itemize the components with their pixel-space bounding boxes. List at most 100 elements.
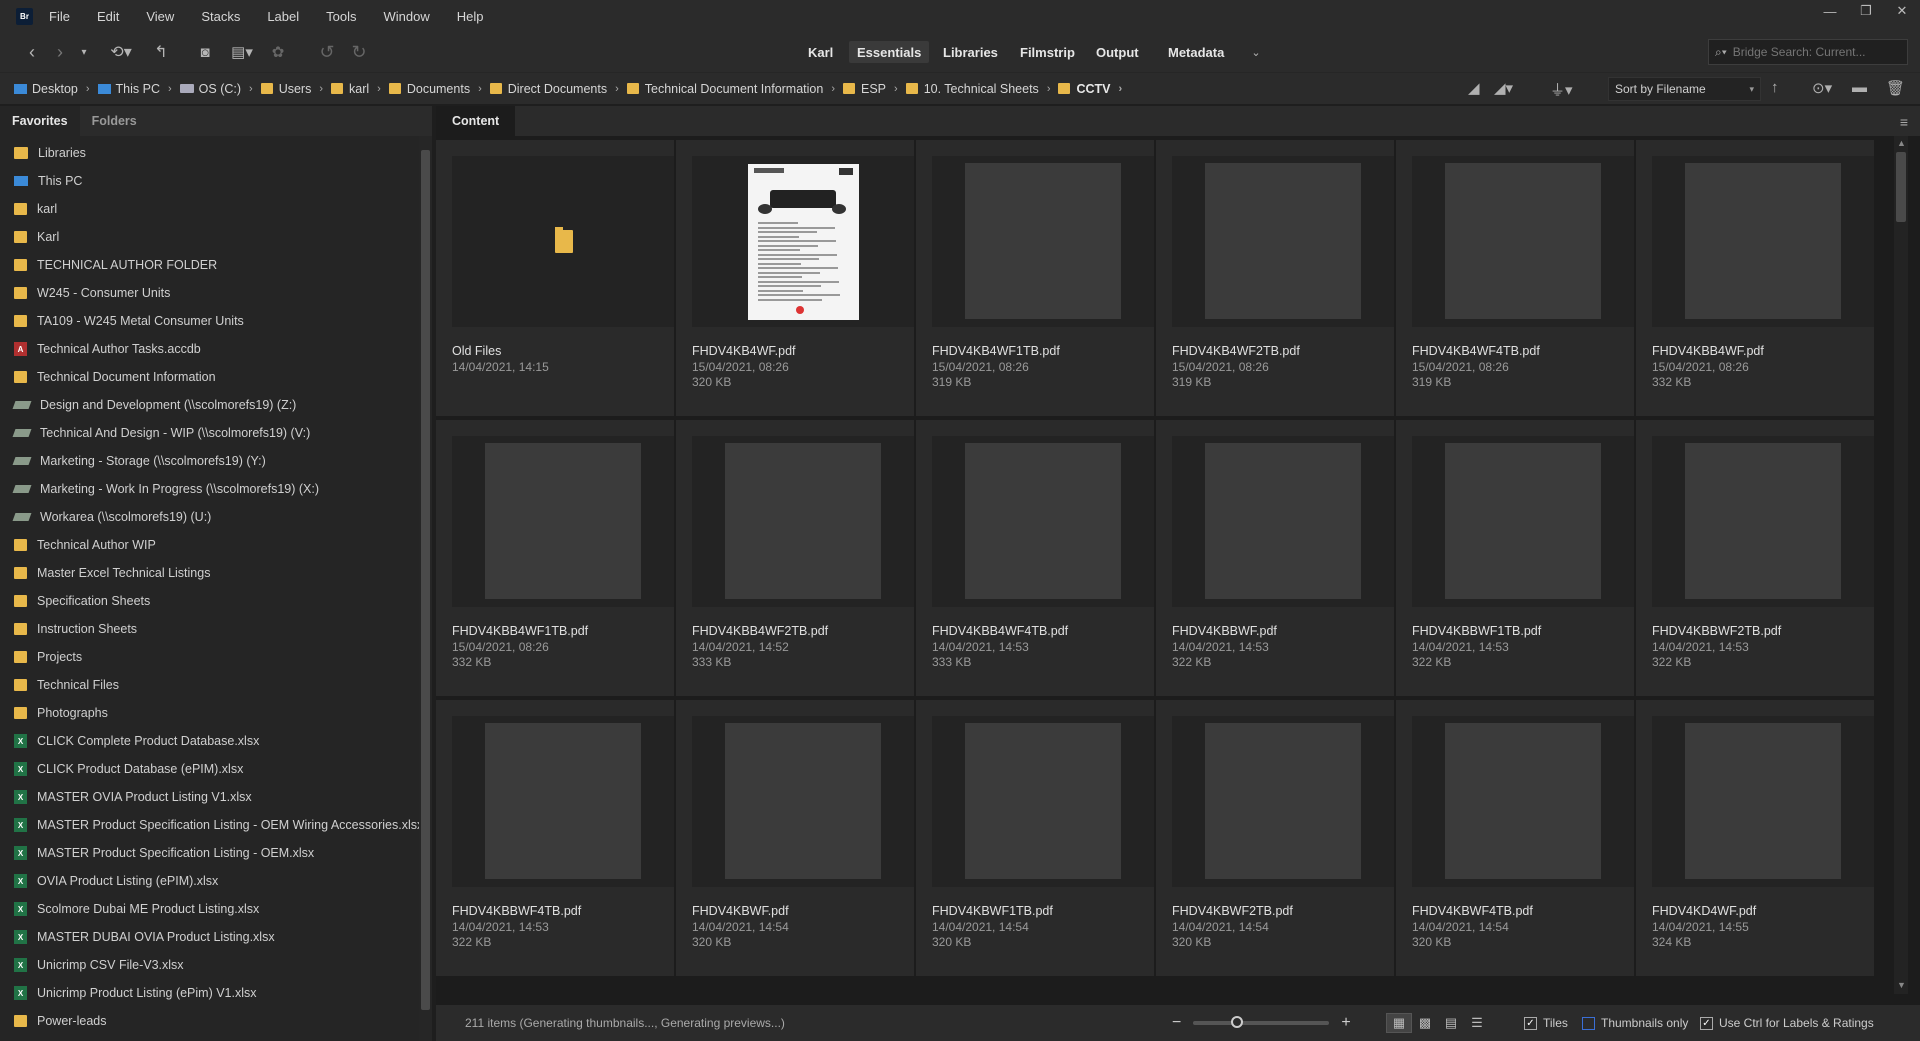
chevron-right-icon[interactable]: › xyxy=(831,83,835,95)
quality-options-icon[interactable]: ◢▾ xyxy=(1494,79,1513,97)
file-tile[interactable]: FHDV4KBB4WF.pdf 15/04/2021, 08:26 332 KB xyxy=(1636,140,1874,416)
file-tile[interactable]: FHDV4KB4WF.pdf 15/04/2021, 08:26 320 KB xyxy=(676,140,914,416)
breadcrumb-item[interactable]: Technical Document Information › xyxy=(626,82,835,96)
file-tile[interactable]: FHDV4KBBWF1TB.pdf 14/04/2021, 14:53 322 KB xyxy=(1396,420,1634,696)
menu-view[interactable]: View xyxy=(146,9,174,24)
workspace-more-chevron-icon[interactable]: ⌄ xyxy=(1246,40,1266,64)
view-details-button[interactable]: ▤ xyxy=(1438,1013,1464,1033)
breadcrumb-item[interactable]: This PC › xyxy=(97,82,172,96)
file-tile[interactable]: FHDV4KBBWF2TB.pdf 14/04/2021, 14:53 322 KB xyxy=(1636,420,1874,696)
file-tile[interactable]: Old Files 14/04/2021, 14:15 xyxy=(436,140,674,416)
chevron-right-icon[interactable]: › xyxy=(1119,83,1123,95)
rotate-left-icon[interactable]: ↺ xyxy=(316,40,338,64)
workspace-metadata[interactable]: Metadata xyxy=(1160,41,1232,63)
workspace-filmstrip[interactable]: Filmstrip xyxy=(1012,41,1083,63)
favorite-item[interactable]: X CLICK Complete Product Database.xlsx xyxy=(0,727,418,755)
favorite-item[interactable]: Design and Development (\\scolmorefs19) … xyxy=(0,391,418,419)
file-tile[interactable]: FHDV4KBWF.pdf 14/04/2021, 14:54 320 KB xyxy=(676,700,914,976)
favorite-item[interactable]: Master Excel Technical Listings xyxy=(0,559,418,587)
view-grid-button[interactable]: ▦ xyxy=(1386,1013,1412,1033)
chevron-right-icon[interactable]: › xyxy=(86,83,90,95)
menu-label[interactable]: Label xyxy=(267,9,299,24)
file-tile[interactable]: FHDV4KBB4WF2TB.pdf 14/04/2021, 14:52 333 K… xyxy=(676,420,914,696)
favorite-item[interactable]: X Unicrimp CSV File-V3.xlsx xyxy=(0,951,418,979)
file-tile[interactable]: FHDV4KBB4WF1TB.pdf 15/04/2021, 08:26 332 K… xyxy=(436,420,674,696)
rotate-right-icon[interactable]: ↻ xyxy=(348,40,370,64)
tab-folders[interactable]: Folders xyxy=(80,106,149,136)
recent-chevron-down-icon[interactable]: ▾ xyxy=(77,40,91,64)
filter-icon[interactable]: ⏚▾ xyxy=(1550,79,1573,100)
favorite-item[interactable]: X Scolmore Dubai ME Product Listing.xlsx xyxy=(0,895,418,923)
chevron-right-icon[interactable]: › xyxy=(319,83,323,95)
workspace-output[interactable]: Output xyxy=(1088,41,1147,63)
menu-help[interactable]: Help xyxy=(457,9,484,24)
breadcrumb-item[interactable]: karl › xyxy=(331,82,381,96)
breadcrumb-item[interactable]: Documents › xyxy=(388,82,482,96)
ctrl-labels-checkbox[interactable]: ✓ Use Ctrl for Labels & Ratings xyxy=(1700,1016,1874,1030)
breadcrumb-item[interactable]: OS (C:) › xyxy=(179,82,253,96)
file-tile[interactable]: FHDV4KBWF4TB.pdf 14/04/2021, 14:54 320 KB xyxy=(1396,700,1634,976)
favorite-item[interactable]: Karl xyxy=(0,223,418,251)
tab-content[interactable]: Content xyxy=(436,106,516,136)
breadcrumb-item[interactable]: 10. Technical Sheets › xyxy=(905,82,1051,96)
back-icon[interactable]: ‹ xyxy=(22,40,42,64)
view-thumbnails-button[interactable]: ▩ xyxy=(1412,1013,1438,1033)
favorite-item[interactable]: Technical Files xyxy=(0,671,418,699)
breadcrumb-item[interactable]: Desktop › xyxy=(14,82,90,96)
breadcrumb-item[interactable]: Users › xyxy=(260,82,323,96)
chevron-right-icon[interactable]: › xyxy=(1047,83,1051,95)
favorites-scrollbar[interactable] xyxy=(419,136,432,1041)
chevron-right-icon[interactable]: › xyxy=(894,83,898,95)
menu-file[interactable]: File xyxy=(49,9,70,24)
chevron-right-icon[interactable]: › xyxy=(168,83,172,95)
tiles-checkbox[interactable]: ✓ Tiles xyxy=(1524,1016,1568,1030)
bridge-search[interactable]: ⌕▾ xyxy=(1708,39,1908,65)
file-tile[interactable]: FHDV4KBBWF.pdf 14/04/2021, 14:53 322 KB xyxy=(1156,420,1394,696)
chevron-right-icon[interactable]: › xyxy=(377,83,381,95)
view-list-button[interactable]: ☰ xyxy=(1464,1013,1490,1033)
open-recent-icon[interactable]: ⊙▾ xyxy=(1812,79,1832,97)
breadcrumb-item[interactable]: ESP › xyxy=(843,82,898,96)
favorite-item[interactable]: karl xyxy=(0,195,418,223)
favorite-item[interactable]: Technical Document Information xyxy=(0,363,418,391)
zoom-in-button[interactable]: + xyxy=(1341,1014,1350,1032)
restore-button[interactable]: ❐ xyxy=(1848,0,1884,22)
favorite-item[interactable]: Marketing - Work In Progress (\\scolmore… xyxy=(0,475,418,503)
zoom-out-button[interactable]: − xyxy=(1172,1014,1181,1032)
refine-icon[interactable]: ✿ xyxy=(268,40,288,64)
chevron-right-icon[interactable]: › xyxy=(249,83,253,95)
favorite-item[interactable]: X CLICK Product Database (ePIM).xlsx xyxy=(0,755,418,783)
quality-icon[interactable]: ◢ xyxy=(1468,79,1480,97)
file-tile[interactable]: FHDV4KBB4WF4TB.pdf 14/04/2021, 14:53 333 K… xyxy=(916,420,1154,696)
file-tile[interactable]: FHDV4KB4WF1TB.pdf 15/04/2021, 08:26 319 KB xyxy=(916,140,1154,416)
file-tile[interactable]: FHDV4KBWF1TB.pdf 14/04/2021, 14:54 320 KB xyxy=(916,700,1154,976)
reveal-recent-icon[interactable]: ↰ xyxy=(150,40,172,64)
minimize-button[interactable]: — xyxy=(1812,0,1848,22)
slider-knob[interactable] xyxy=(1230,1016,1243,1028)
favorite-item[interactable]: Workarea (\\scolmorefs19) (U:) xyxy=(0,503,418,531)
breadcrumb-item[interactable]: CCTV › xyxy=(1058,82,1122,96)
workspace-essentials[interactable]: Essentials xyxy=(849,41,930,63)
favorite-item[interactable]: Technical And Design - WIP (\\scolmorefs… xyxy=(0,419,418,447)
panel-menu-icon[interactable]: ≡ xyxy=(1900,114,1908,130)
camera-icon[interactable]: ◙ xyxy=(194,40,216,64)
chevron-right-icon[interactable]: › xyxy=(615,83,619,95)
favorite-item[interactable]: Instruction Sheets xyxy=(0,615,418,643)
thumbnails-only-checkbox[interactable]: Thumbnails only xyxy=(1582,1016,1688,1030)
workspace-libraries[interactable]: Libraries xyxy=(935,41,1006,63)
menu-window[interactable]: Window xyxy=(384,9,430,24)
favorite-item[interactable]: Marketing - Storage (\\scolmorefs19) (Y:… xyxy=(0,447,418,475)
tab-favorites[interactable]: Favorites xyxy=(0,106,80,136)
favorite-item[interactable]: Projects xyxy=(0,643,418,671)
file-tile[interactable]: FHDV4KBWF2TB.pdf 14/04/2021, 14:54 320 KB xyxy=(1156,700,1394,976)
favorite-item[interactable]: This PC xyxy=(0,167,418,195)
new-folder-icon[interactable]: ▬ xyxy=(1852,79,1867,96)
favorite-item[interactable]: W245 - Consumer Units xyxy=(0,279,418,307)
file-tile[interactable]: FHDV4KBBWF4TB.pdf 14/04/2021, 14:53 322 KB xyxy=(436,700,674,976)
favorite-item[interactable]: X MASTER DUBAI OVIA Product Listing.xlsx xyxy=(0,923,418,951)
search-input[interactable] xyxy=(1732,45,1893,59)
favorite-item[interactable]: X MASTER Product Specification Listing - … xyxy=(0,811,423,839)
copy-files-icon[interactable]: ▤▾ xyxy=(224,40,260,64)
favorite-item[interactable]: Specification Sheets xyxy=(0,587,418,615)
favorite-item[interactable]: Power-leads xyxy=(0,1007,418,1035)
